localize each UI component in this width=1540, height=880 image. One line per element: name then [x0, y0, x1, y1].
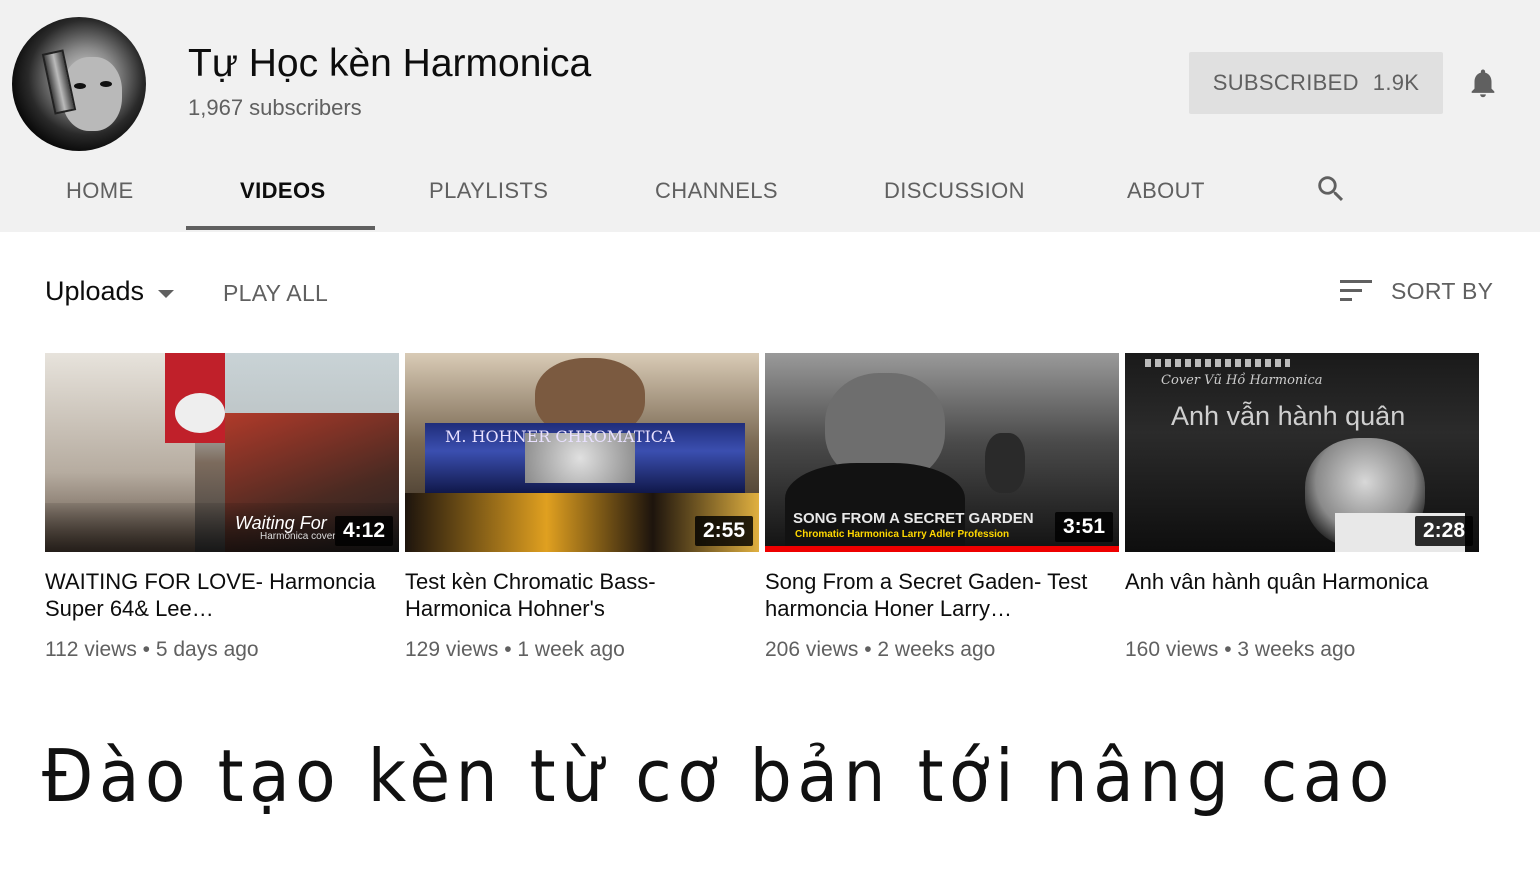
video-views: 112 views: [45, 638, 137, 661]
video-views: 206 views: [765, 638, 859, 661]
video-card[interactable]: Waiting For Harmonica cover 4:12 WAITING…: [45, 353, 399, 662]
video-card[interactable]: Cover Vũ Hồ Harmonica Anh vẫn hành quân …: [1125, 353, 1479, 662]
video-duration: 3:51: [1054, 512, 1113, 542]
thumbnail-overlay-text: SONG FROM A SECRET GARDEN: [793, 510, 1034, 527]
video-age: 3 weeks ago: [1237, 638, 1356, 661]
video-views: 129 views: [405, 638, 499, 661]
thumbnail-overlay-subtext: Harmonica cover: [260, 531, 336, 542]
tab-playlists[interactable]: PLAYLISTS: [429, 178, 548, 204]
subscribed-count: 1.9K: [1372, 70, 1420, 95]
video-duration: 2:28: [1414, 516, 1473, 546]
video-thumbnail[interactable]: M. HOHNER CHROMATICA 2:55: [405, 353, 759, 552]
active-tab-indicator: [186, 226, 375, 230]
channel-avatar[interactable]: [12, 17, 146, 151]
video-duration: 4:12: [334, 516, 393, 546]
sort-by-button[interactable]: SORT BY: [1391, 278, 1493, 305]
tab-channels[interactable]: CHANNELS: [655, 178, 778, 204]
tab-videos[interactable]: VIDEOS: [240, 178, 326, 204]
sort-icon[interactable]: [1340, 278, 1374, 304]
video-age: 1 week ago: [517, 638, 625, 661]
video-meta: 160 views • 3 weeks ago: [1125, 638, 1356, 661]
channel-title: Tự Học kèn Harmonica: [188, 42, 592, 85]
subscribed-label: SUBSCRIBED: [1212, 70, 1359, 95]
video-card[interactable]: SONG FROM A SECRET GARDEN Chromatic Harm…: [765, 353, 1119, 662]
search-icon[interactable]: [1314, 172, 1348, 206]
uploads-label: Uploads: [45, 276, 145, 306]
thumbnail-overlay-subtext: Chromatic Harmonica Larry Adler Professi…: [795, 529, 1010, 540]
video-meta: 206 views • 2 weeks ago: [765, 638, 996, 661]
video-meta: 112 views • 5 days ago: [45, 638, 259, 661]
caret-down-icon: [158, 289, 175, 298]
video-thumbnail[interactable]: Cover Vũ Hồ Harmonica Anh vẫn hành quân …: [1125, 353, 1479, 552]
subscriber-count: 1,967 subscribers: [188, 95, 362, 120]
channel-tabs: HOME VIDEOS PLAYLISTS CHANNELS DISCUSSIO…: [0, 160, 1540, 232]
thumbnail-overlay-text: M. HOHNER CHROMATICA: [445, 427, 675, 446]
video-title[interactable]: Test kèn Chromatic Bass- Harmonica Hohne…: [405, 568, 759, 624]
thumbnail-overlay-text: Anh vẫn hành quân: [1171, 401, 1406, 431]
video-thumbnail[interactable]: Waiting For Harmonica cover 4:12: [45, 353, 399, 552]
video-age: 5 days ago: [155, 638, 259, 661]
promo-tagline: Đào tạo kèn từ cơ bản tới nâng cao: [42, 734, 1395, 818]
thumbnail-overlay-subtext: Cover Vũ Hồ Harmonica: [1161, 373, 1323, 388]
video-views: 160 views: [1125, 638, 1219, 661]
video-card[interactable]: M. HOHNER CHROMATICA 2:55 Test kèn Chrom…: [405, 353, 759, 662]
video-thumbnail[interactable]: SONG FROM A SECRET GARDEN Chromatic Harm…: [765, 353, 1119, 552]
subscribed-button[interactable]: SUBSCRIBED 1.9K: [1189, 52, 1443, 114]
avatar-eye: [74, 83, 86, 89]
video-duration: 2:55: [694, 516, 753, 546]
play-all-button[interactable]: PLAY ALL: [223, 280, 328, 307]
video-age: 2 weeks ago: [877, 638, 996, 661]
video-title[interactable]: Song From a Secret Gaden- Test harmoncia…: [765, 568, 1119, 624]
tab-about[interactable]: ABOUT: [1127, 178, 1205, 204]
tab-discussion[interactable]: DISCUSSION: [884, 178, 1025, 204]
uploads-dropdown[interactable]: Uploads: [45, 276, 175, 307]
video-title[interactable]: WAITING FOR LOVE- Harmoncia Super 64& Le…: [45, 568, 399, 624]
video-title[interactable]: Anh vân hành quân Harmonica: [1125, 568, 1479, 624]
tab-home[interactable]: HOME: [66, 178, 134, 204]
avatar-eye: [100, 81, 112, 87]
notification-bell-icon[interactable]: [1466, 64, 1500, 102]
channel-header: Tự Học kèn Harmonica 1,967 subscribers S…: [0, 0, 1540, 232]
watch-progress-bar: [765, 546, 1119, 552]
video-meta: 129 views • 1 week ago: [405, 638, 625, 661]
